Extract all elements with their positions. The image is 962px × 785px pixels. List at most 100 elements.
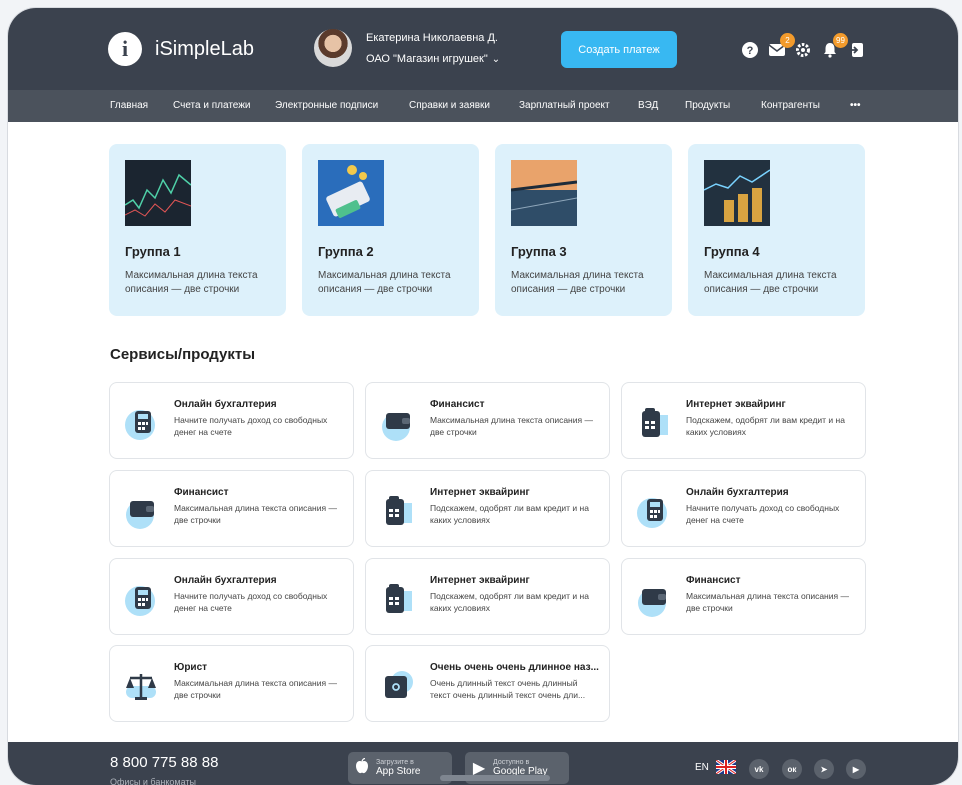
avatar[interactable] <box>314 29 352 67</box>
service-card[interactable]: Финансист Максимальная длина текста описа… <box>621 558 866 635</box>
group-description: Максимальная длина текста описания — две… <box>704 270 837 295</box>
nav-item-signatures[interactable]: Электронные подписи <box>275 100 378 111</box>
group-card[interactable]: Группа 3 Максимальная длина текста описа… <box>495 144 672 316</box>
group-card[interactable]: Группа 1 Максимальная длина текста описа… <box>109 144 286 316</box>
header: i iSimpleLab Екатерина Николаевна Д. ОАО… <box>8 8 958 90</box>
nav-item-home[interactable]: Главная <box>110 100 148 111</box>
footer: 8 800 775 88 88 Офисы и банкоматы Загруз… <box>8 742 958 785</box>
service-title: Финансист <box>174 487 229 498</box>
service-title: Онлайн бухгалтерия <box>686 487 789 498</box>
service-title: Интернет эквайринг <box>686 399 786 410</box>
group-description: Максимальная длина текста описания — две… <box>511 270 644 295</box>
wallet-icon <box>380 405 416 441</box>
vk-icon[interactable]: vk <box>749 759 769 779</box>
app-store-large: App Store <box>376 766 421 777</box>
help-glyph: ? <box>747 45 754 57</box>
service-title: Интернет эквайринг <box>430 487 530 498</box>
logout-icon[interactable] <box>847 41 865 59</box>
group-description: Максимальная длина текста описания — две… <box>125 270 258 295</box>
nav-item-requests[interactable]: Справки и заявки <box>409 100 490 111</box>
app-name[interactable]: iSimpleLab <box>155 38 254 61</box>
mail-icon[interactable]: 2 <box>768 33 795 59</box>
main-content: Группа 1 Максимальная длина текста описа… <box>8 122 958 742</box>
service-title: Онлайн бухгалтерия <box>174 399 277 410</box>
group-card[interactable]: Группа 4 Максимальная длина текста описа… <box>688 144 865 316</box>
coins-chart-image <box>704 160 770 226</box>
service-description: Начните получать доход со свободных дене… <box>174 415 328 437</box>
telegram-icon[interactable]: ➤ <box>814 759 834 779</box>
service-card[interactable]: Интернет эквайринг Подскажем, одобрят ли … <box>621 382 866 459</box>
service-card[interactable]: Очень очень очень длинное наз... Очень дл… <box>365 645 610 722</box>
service-title: Юрист <box>174 662 208 673</box>
service-card[interactable]: Интернет эквайринг Подскажем, одобрят ли … <box>365 558 610 635</box>
group-title: Группа 2 <box>318 244 374 259</box>
service-description: Очень длинный текст очень длинный текст … <box>430 678 586 700</box>
scales-icon <box>124 668 160 704</box>
chevron-down-icon: ⌄ <box>491 54 501 65</box>
service-description: Подскажем, одобрят ли вам кредит и на ка… <box>686 415 845 437</box>
scrollbar[interactable] <box>440 775 550 781</box>
nav-item-products[interactable]: Продукты <box>685 100 730 111</box>
calculator-icon <box>124 581 160 617</box>
calculator-icon <box>636 493 672 529</box>
pos-terminal-icon <box>380 493 416 529</box>
nav-item-contractors[interactable]: Контрагенты <box>761 100 820 111</box>
group-title: Группа 4 <box>704 244 760 259</box>
service-description: Подскажем, одобрят ли вам кредит и на ка… <box>430 591 589 613</box>
group-title: Группа 1 <box>125 244 181 259</box>
wallet-icon <box>124 493 160 529</box>
ok-icon[interactable]: ок <box>782 759 802 779</box>
app-store-button[interactable]: Загрузите в App Store <box>348 752 452 784</box>
service-title: Интернет эквайринг <box>430 575 530 586</box>
service-card[interactable]: Интернет эквайринг Подскажем, одобрят ли … <box>365 470 610 547</box>
phone-number[interactable]: 8 800 775 88 88 <box>110 754 218 771</box>
mail-badge: 2 <box>780 33 795 48</box>
service-description: Начните получать доход со свободных дене… <box>686 503 840 525</box>
logo-icon[interactable]: i <box>108 32 142 66</box>
card-terminal-image <box>318 160 384 226</box>
nav-item-ved[interactable]: ВЭД <box>638 100 658 111</box>
app-store-small: Загрузите в <box>376 759 414 766</box>
service-card[interactable]: Юрист Максимальная длина текста описания … <box>109 645 354 722</box>
service-card[interactable]: Финансист Максимальная длина текста описа… <box>109 470 354 547</box>
app-window: i iSimpleLab Екатерина Николаевна Д. ОАО… <box>8 8 958 785</box>
create-payment-button[interactable]: Создать платеж <box>561 31 677 68</box>
nav-item-accounts[interactable]: Счета и платежи <box>173 100 251 111</box>
gear-icon[interactable] <box>794 41 812 59</box>
service-title: Финансист <box>430 399 485 410</box>
language-label[interactable]: EN <box>695 762 709 773</box>
service-title: Очень очень очень длинное наз... <box>430 662 599 673</box>
bell-icon[interactable]: 99 <box>821 33 848 59</box>
service-card[interactable]: Онлайн бухгалтерия Начните получать доход… <box>621 470 866 547</box>
youtube-icon[interactable]: ▶ <box>846 759 866 779</box>
safe-icon <box>380 668 416 704</box>
main-nav: Главная Счета и платежи Электронные подп… <box>8 90 958 122</box>
pos-terminal-icon <box>636 405 672 441</box>
group-title: Группа 3 <box>511 244 567 259</box>
service-card[interactable]: Онлайн бухгалтерия Начните получать доход… <box>109 558 354 635</box>
help-icon[interactable]: ? <box>741 41 759 59</box>
apple-icon <box>348 757 376 779</box>
services-title: Сервисы/продукты <box>110 346 255 363</box>
service-title: Онлайн бухгалтерия <box>174 575 277 586</box>
user-name[interactable]: Екатерина Николаевна Д. <box>366 32 498 44</box>
nav-more-icon[interactable]: ••• <box>850 100 861 111</box>
nav-item-salary[interactable]: Зарплатный проект <box>519 100 610 111</box>
pos-terminal-icon <box>380 581 416 617</box>
city-bridge-image <box>511 160 577 226</box>
service-card[interactable]: Онлайн бухгалтерия Начните получать доход… <box>109 382 354 459</box>
service-description: Максимальная длина текста описания — две… <box>174 678 337 700</box>
google-play-small: Доступно в <box>493 759 530 766</box>
offices-link[interactable]: Офисы и банкоматы <box>110 777 196 785</box>
company-name: ОАО "Магазин игрушек" <box>366 53 488 65</box>
wallet-icon <box>636 581 672 617</box>
service-card[interactable]: Финансист Максимальная длина текста описа… <box>365 382 610 459</box>
uk-flag-icon[interactable] <box>716 760 736 774</box>
stock-chart-image <box>125 160 191 226</box>
group-card[interactable]: Группа 2 Максимальная длина текста описа… <box>302 144 479 316</box>
service-description: Максимальная длина текста описания — две… <box>686 591 849 613</box>
calculator-icon <box>124 405 160 441</box>
company-selector[interactable]: ОАО "Магазин игрушек" ⌄ <box>366 53 500 65</box>
service-description: Подскажем, одобрят ли вам кредит и на ка… <box>430 503 589 525</box>
service-description: Максимальная длина текста описания — две… <box>174 503 337 525</box>
